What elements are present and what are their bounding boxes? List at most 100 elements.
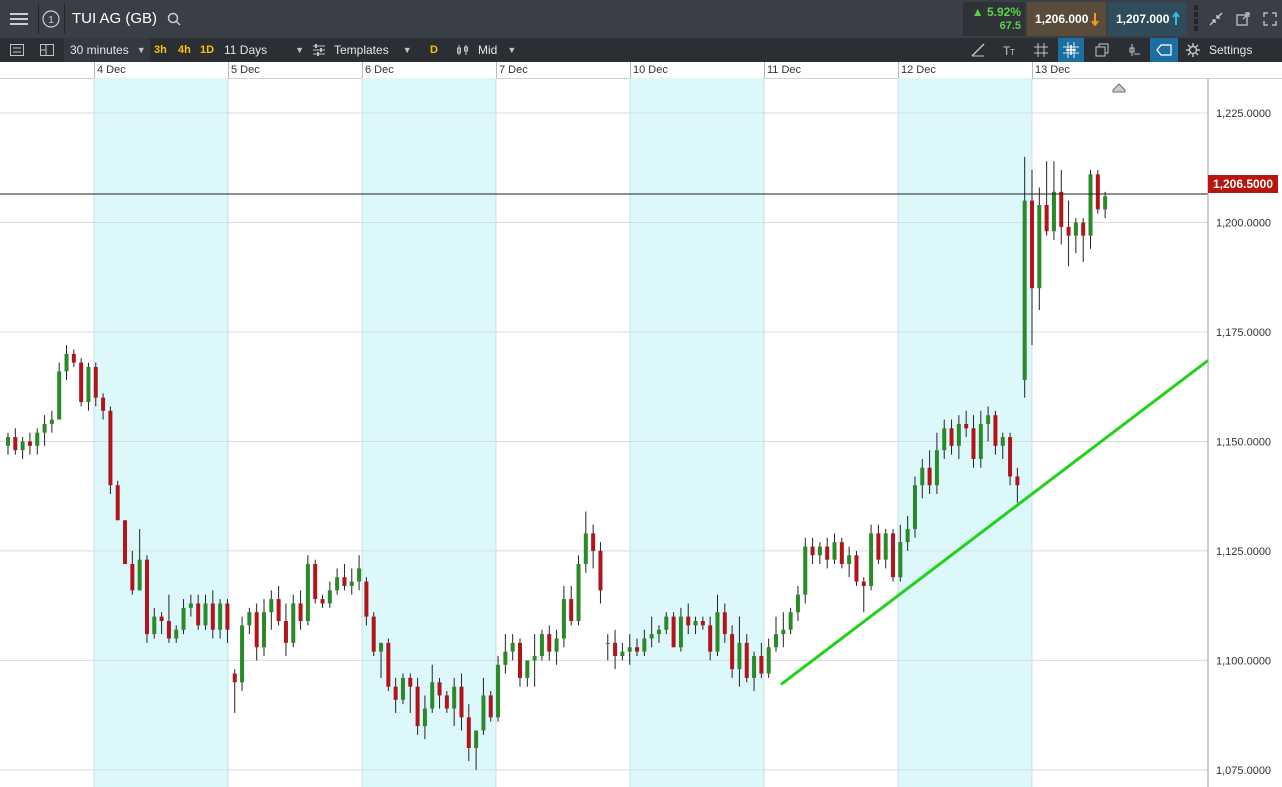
interval-select[interactable]: 30 minutes ▼ <box>64 38 150 62</box>
collapse-icon[interactable] <box>1204 0 1228 38</box>
candle <box>232 669 237 713</box>
candle <box>1059 169 1064 245</box>
candle-body <box>225 603 230 630</box>
candle-body <box>1103 196 1108 210</box>
candle <box>605 634 610 661</box>
list-icon[interactable] <box>6 38 28 62</box>
candle-body <box>869 533 874 586</box>
candle-body <box>210 603 215 630</box>
draw-icon[interactable] <box>966 38 990 62</box>
session-band <box>630 78 764 787</box>
candle-body <box>664 616 669 630</box>
grid-icon[interactable] <box>1030 38 1052 62</box>
range-select[interactable]: 11 Days ▼ <box>220 38 306 62</box>
price-mode-select[interactable]: Mid ▼ <box>456 38 522 62</box>
candle-body <box>1008 437 1013 477</box>
candle-body <box>64 353 69 372</box>
quick-3h-button[interactable]: 3h <box>154 38 167 62</box>
search-icon[interactable] <box>164 0 184 38</box>
candle <box>854 550 859 586</box>
candle <box>496 656 501 722</box>
candle <box>283 603 288 657</box>
date-tick <box>764 62 765 78</box>
menu-icon[interactable] <box>0 0 38 38</box>
buy-price-button[interactable]: 1,207.000 <box>1108 2 1187 36</box>
candle-body <box>605 642 610 644</box>
candle <box>518 638 522 687</box>
candle-body <box>196 603 201 626</box>
candle <box>620 642 625 661</box>
candle-body <box>861 581 866 586</box>
range-label: 11 Days <box>224 43 268 57</box>
candle <box>510 634 515 661</box>
candle-body <box>920 467 925 486</box>
candle <box>20 437 25 459</box>
settings-button[interactable]: Settings <box>1186 38 1278 62</box>
candle-body <box>620 651 625 657</box>
candle <box>795 585 800 621</box>
d-badge[interactable]: D <box>430 38 438 62</box>
candle <box>810 537 815 565</box>
candle-body <box>803 546 808 595</box>
candle-body <box>503 651 508 665</box>
candle-body <box>181 607 186 630</box>
candle <box>671 612 676 648</box>
label-icon[interactable] <box>1150 38 1178 62</box>
quick-1d-button[interactable]: 1D <box>200 38 214 62</box>
candle-body <box>247 612 252 626</box>
price-chart[interactable]: 1,225.0000 1,200.0000 1,175.0000 1,150.0… <box>0 78 1282 787</box>
candle <box>291 594 296 648</box>
copy-icon[interactable] <box>1090 38 1114 62</box>
candle-body <box>759 656 764 674</box>
candle-body <box>1066 226 1071 236</box>
expand-icon[interactable] <box>1258 0 1282 38</box>
templates-select[interactable]: Templates ▼ <box>312 38 418 62</box>
candle-body <box>481 695 486 731</box>
text-icon[interactable]: TT <box>998 38 1022 62</box>
popout-icon[interactable] <box>1231 0 1255 38</box>
candle <box>1103 191 1108 219</box>
candle-body <box>262 612 266 648</box>
candle-body <box>561 599 566 639</box>
instrument-title[interactable]: TUI AG (GB) <box>72 10 157 27</box>
candle <box>400 673 405 705</box>
price-tick-label: 1,225.0000 <box>1216 108 1271 120</box>
candle <box>357 555 362 591</box>
indicator-icon <box>313 44 325 56</box>
date-tick <box>362 62 363 78</box>
candle <box>27 432 32 455</box>
layout-icon[interactable] <box>36 38 58 62</box>
candle-body <box>408 677 413 687</box>
candle <box>342 564 347 591</box>
top-bar: 1 TUI AG (GB) ▲ 5.92% 67.5 1,206.000 1,2… <box>0 0 1282 38</box>
info-icon[interactable]: 1 <box>39 0 63 38</box>
candle-body <box>956 423 961 446</box>
home-marker-icon[interactable] <box>1112 83 1126 93</box>
candle-body <box>20 441 25 451</box>
pin-icon[interactable] <box>1122 38 1146 62</box>
date-tick <box>898 62 899 78</box>
templates-label: Templates <box>334 43 389 57</box>
candle-body <box>240 625 245 683</box>
gear-icon <box>1186 43 1200 57</box>
candle <box>561 585 566 648</box>
candle-body <box>708 625 713 652</box>
quick-4h-button[interactable]: 4h <box>178 38 191 62</box>
candle-body <box>715 612 720 652</box>
volume-handle[interactable] <box>1190 0 1202 38</box>
candle <box>1066 200 1071 267</box>
crosshair-icon[interactable] <box>1058 38 1084 62</box>
date-tick <box>496 62 497 78</box>
candle-body <box>269 599 274 613</box>
candle <box>71 349 76 368</box>
candle-body <box>642 638 647 652</box>
sell-price-button[interactable]: 1,206.000 <box>1027 2 1106 36</box>
candle-body <box>576 564 581 621</box>
candle-body <box>327 590 332 604</box>
chevron-down-icon: ▼ <box>402 45 412 55</box>
candle-body <box>1059 191 1064 227</box>
candle-body <box>386 642 391 687</box>
candle <box>371 612 376 657</box>
candle <box>825 537 830 569</box>
candle <box>817 542 822 565</box>
